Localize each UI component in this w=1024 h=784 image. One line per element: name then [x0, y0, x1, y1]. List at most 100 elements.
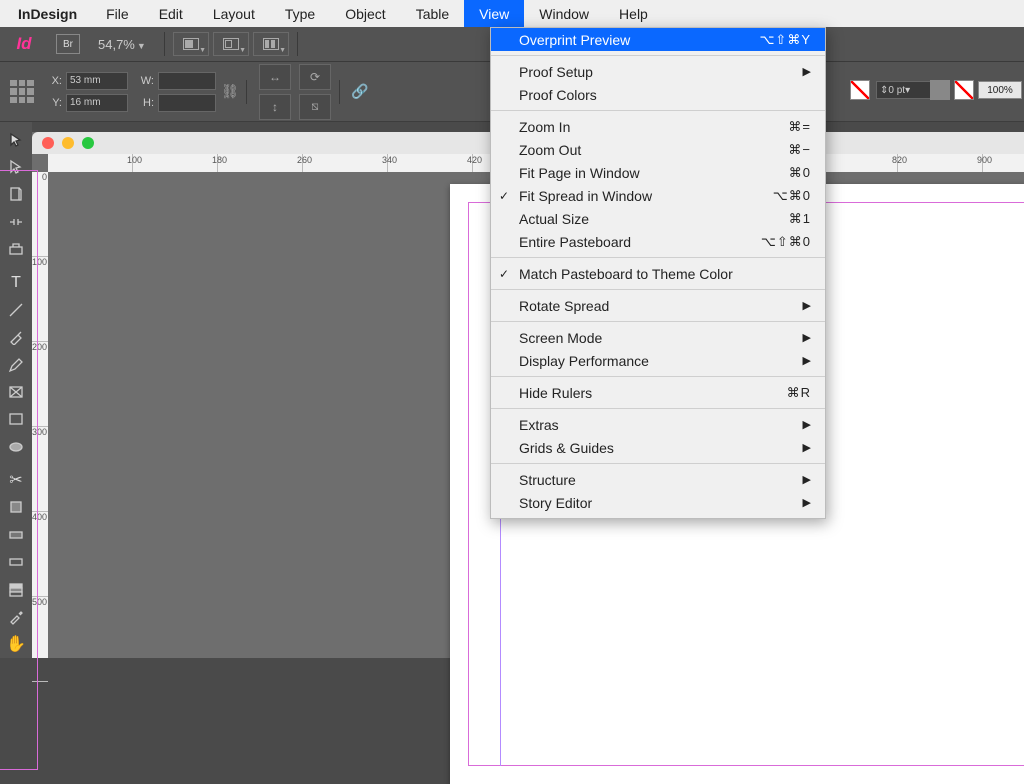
submenu-arrow-icon: ▶ — [803, 65, 811, 78]
submenu-arrow-icon: ▶ — [803, 418, 811, 431]
menu-grids-guides[interactable]: Grids & Guides ▶ — [491, 436, 825, 459]
menu-fit-page[interactable]: Fit Page in Window ⌘0 — [491, 161, 825, 184]
submenu-arrow-icon: ▶ — [803, 496, 811, 509]
separator — [339, 80, 340, 104]
menu-item-label: Overprint Preview — [519, 32, 630, 48]
w-input[interactable] — [158, 72, 216, 90]
bleed-guide — [0, 170, 38, 770]
menu-separator — [491, 408, 825, 409]
menu-shortcut: ⌥⇧⌘Y — [759, 32, 811, 48]
menu-screen-mode[interactable]: Screen Mode ▶ — [491, 326, 825, 349]
menu-shortcut: ⌘= — [788, 119, 811, 135]
menu-item-label: Story Editor — [519, 495, 592, 511]
shear-button[interactable]: ⧅ — [299, 94, 331, 120]
menu-edit[interactable]: Edit — [144, 0, 198, 27]
menu-separator — [491, 110, 825, 111]
separator — [297, 32, 298, 56]
menu-zoom-in[interactable]: Zoom In ⌘= — [491, 115, 825, 138]
effect-swatch-2[interactable] — [954, 80, 974, 100]
close-window-icon[interactable] — [42, 137, 54, 149]
menu-window[interactable]: Window — [524, 0, 604, 27]
menu-item-label: Zoom Out — [519, 142, 581, 158]
menu-match-pasteboard[interactable]: ✓ Match Pasteboard to Theme Color — [491, 262, 825, 285]
menu-object[interactable]: Object — [330, 0, 400, 27]
bridge-button[interactable]: Br — [56, 34, 80, 54]
menu-shortcut: ⌘− — [788, 142, 811, 158]
checkmark-icon: ✓ — [499, 267, 509, 281]
menu-separator — [491, 321, 825, 322]
separator — [246, 80, 247, 104]
app-name: InDesign — [4, 6, 91, 22]
menu-shortcut: ⌘1 — [789, 211, 811, 227]
y-input[interactable] — [66, 94, 128, 112]
menu-shortcut: ⌘R — [787, 385, 811, 401]
zoom-level[interactable]: 54,7%▼ — [98, 37, 158, 52]
selection-tool[interactable] — [2, 127, 30, 152]
rotate-button[interactable]: ⟳ — [299, 64, 331, 90]
menu-separator — [491, 257, 825, 258]
menu-layout[interactable]: Layout — [198, 0, 270, 27]
menu-shortcut: ⌥⌘0 — [773, 188, 811, 204]
menu-shortcut: ⌘0 — [789, 165, 811, 181]
submenu-arrow-icon: ▶ — [803, 473, 811, 486]
link-icon[interactable]: 🔗 — [350, 72, 370, 112]
view-mode-3[interactable]: ▼ — [253, 32, 289, 56]
menu-item-label: Match Pasteboard to Theme Color — [519, 266, 733, 282]
zoom-window-icon[interactable] — [82, 137, 94, 149]
view-mode-2[interactable]: ▼ — [213, 32, 249, 56]
menu-proof-colors[interactable]: Proof Colors — [491, 83, 825, 106]
submenu-arrow-icon: ▶ — [803, 354, 811, 367]
opacity-controls: 100% — [930, 60, 1024, 120]
menu-separator — [491, 376, 825, 377]
menu-item-label: Fit Page in Window — [519, 165, 640, 181]
stroke-weight-input[interactable]: ⇕ 0 pt ▾ — [876, 81, 934, 99]
menu-actual-size[interactable]: Actual Size ⌘1 — [491, 207, 825, 230]
constrain-link-icon[interactable]: ⛓ — [220, 72, 240, 112]
menu-entire-pasteboard[interactable]: Entire Pasteboard ⌥⇧⌘0 — [491, 230, 825, 253]
menu-help[interactable]: Help — [604, 0, 663, 27]
menu-proof-setup[interactable]: Proof Setup ▶ — [491, 60, 825, 83]
view-mode-1[interactable]: ▼ — [173, 32, 209, 56]
menu-item-label: Display Performance — [519, 353, 649, 369]
menu-hide-rulers[interactable]: Hide Rulers ⌘R — [491, 381, 825, 404]
y-label: Y: — [46, 97, 62, 109]
indesign-logo: Id — [0, 34, 48, 54]
menu-type[interactable]: Type — [270, 0, 330, 27]
menu-file[interactable]: File — [91, 0, 144, 27]
ruler-tick: 900 — [977, 155, 992, 165]
chevron-down-icon: ▼ — [239, 47, 246, 54]
menu-story-editor[interactable]: Story Editor ▶ — [491, 491, 825, 514]
reference-point-icon[interactable] — [10, 80, 34, 104]
menu-item-label: Hide Rulers — [519, 385, 592, 401]
menu-extras[interactable]: Extras ▶ — [491, 413, 825, 436]
x-label: X: — [46, 75, 62, 87]
menu-structure[interactable]: Structure ▶ — [491, 468, 825, 491]
menu-separator — [491, 289, 825, 290]
menu-overprint-preview[interactable]: Overprint Preview ⌥⇧⌘Y — [491, 28, 825, 51]
fill-swatch[interactable] — [850, 80, 870, 100]
chevron-down-icon: ▼ — [279, 47, 286, 54]
menu-table[interactable]: Table — [401, 0, 464, 27]
menu-zoom-out[interactable]: Zoom Out ⌘− — [491, 138, 825, 161]
menu-item-label: Structure — [519, 472, 576, 488]
menu-item-label: Grids & Guides — [519, 440, 614, 456]
menu-item-label: Screen Mode — [519, 330, 602, 346]
menu-item-label: Rotate Spread — [519, 298, 609, 314]
menu-view[interactable]: View — [464, 0, 524, 27]
scale-x-button[interactable]: ↔ — [259, 64, 291, 90]
submenu-arrow-icon: ▶ — [803, 331, 811, 344]
menu-separator — [491, 463, 825, 464]
opacity-input[interactable]: 100% — [978, 81, 1022, 99]
x-input[interactable] — [66, 72, 128, 90]
menu-rotate-spread[interactable]: Rotate Spread ▶ — [491, 294, 825, 317]
menu-fit-spread[interactable]: ✓ Fit Spread in Window ⌥⌘0 — [491, 184, 825, 207]
view-menu-dropdown: Overprint Preview ⌥⇧⌘Y Proof Setup ▶ Pro… — [490, 27, 826, 519]
effect-swatch[interactable] — [930, 80, 950, 100]
menu-shortcut: ⌥⇧⌘0 — [761, 234, 811, 250]
menu-separator — [491, 55, 825, 56]
app-menubar: InDesign File Edit Layout Type Object Ta… — [0, 0, 1024, 27]
minimize-window-icon[interactable] — [62, 137, 74, 149]
h-input[interactable] — [158, 94, 216, 112]
scale-y-button[interactable]: ↕ — [259, 94, 291, 120]
menu-display-performance[interactable]: Display Performance ▶ — [491, 349, 825, 372]
